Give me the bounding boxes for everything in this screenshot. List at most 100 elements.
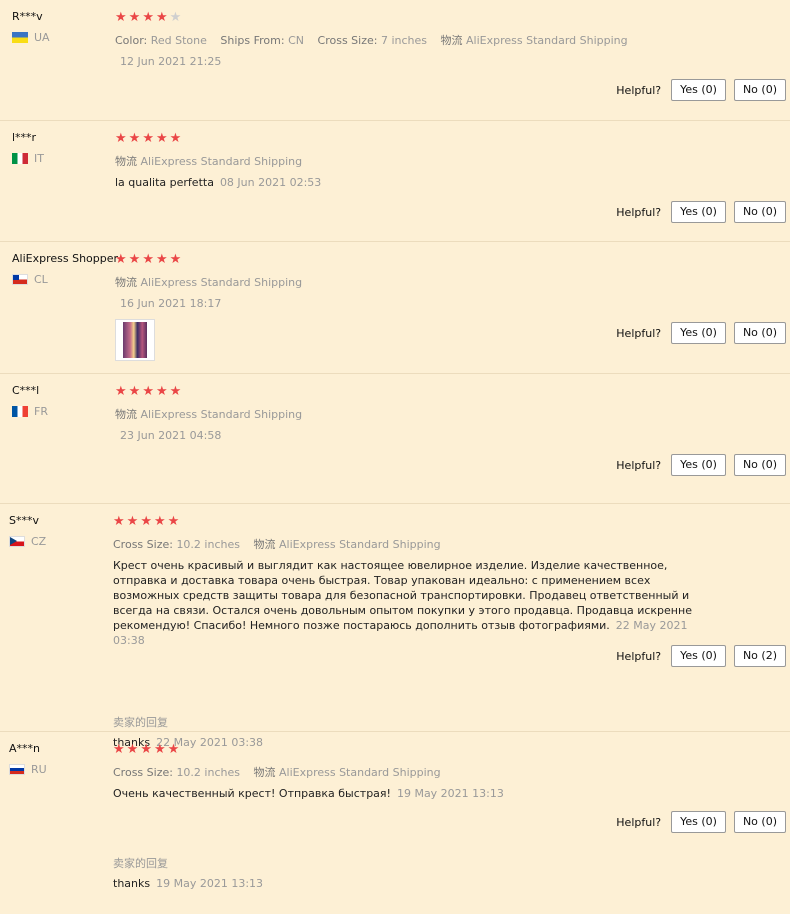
review-text: la qualita perfetta 08 Jun 2021 02:53 — [115, 175, 695, 190]
star-icon: ★ — [155, 9, 168, 25]
review-attributes: 物流 AliExpress Standard Shipping — [115, 274, 780, 290]
star-rating: ★ ★ ★ ★ ★ — [115, 252, 780, 266]
helpful-yes-button[interactable]: Yes (0) — [671, 322, 726, 344]
helpful-no-button[interactable]: No (0) — [733, 79, 786, 101]
star-icon: ★ — [142, 251, 154, 267]
user-name: C***l — [12, 384, 40, 397]
helpful-no-button[interactable]: No (0) — [733, 322, 786, 344]
helpful-label: Helpful? — [616, 326, 662, 340]
star-icon: ★ — [126, 741, 139, 757]
attr-value: AliExpress Standard Shipping — [278, 766, 441, 779]
review-text-body: Очень качественный крест! Отправка быстр… — [113, 787, 391, 800]
user-name: R***v — [12, 10, 43, 23]
star-icon: ★ — [113, 741, 125, 757]
country-code: RU — [31, 763, 47, 776]
country-code: CL — [34, 273, 48, 286]
country-code: FR — [34, 405, 48, 418]
star-icon: ★ — [155, 383, 168, 399]
star-icon: ★ — [115, 383, 127, 399]
review-attributes: 物流 AliExpress Standard Shipping — [115, 153, 780, 169]
review-date: 19 May 2021 13:13 — [396, 787, 504, 800]
star-rating: ★ ★ ★ ★ ★ — [115, 384, 780, 398]
star-rating: ★ ★ ★ ★ ★ — [115, 131, 780, 145]
attr-value: AliExpress Standard Shipping — [140, 408, 303, 421]
review-date: 23 Jun 2021 04:58 — [120, 429, 222, 442]
review-date: 16 Jun 2021 18:17 — [120, 297, 222, 310]
star-icon: ★ — [128, 9, 141, 25]
review-attributes: Cross Size: 10.2 inches 物流 AliExpress St… — [113, 536, 780, 552]
helpful-yes-button[interactable]: Yes (0) — [671, 811, 726, 833]
attr-value: 10.2 inches — [176, 538, 240, 551]
review-text-body: Крест очень красивый и выглядит как наст… — [113, 559, 692, 632]
attr-key: Color: — [115, 34, 148, 47]
cz-flag-icon — [9, 536, 25, 547]
helpful-label: Helpful? — [616, 83, 662, 97]
attr-value: Red Stone — [150, 34, 207, 47]
star-icon: ★ — [142, 130, 154, 146]
attr-key: 物流 — [115, 408, 137, 421]
helpful-controls: Helpful? Yes (0) No (0) — [616, 454, 786, 476]
seller-reply-text: thanks — [113, 877, 151, 890]
review-item: AliExpress Shopper CL ★ ★ ★ ★ ★ 物流 AliExpres… — [0, 242, 790, 374]
user-country: FR — [12, 405, 112, 418]
star-icon: ★ — [128, 251, 141, 267]
review-item: C***l FR ★ ★ ★ ★ ★ 物流 AliExpress Standard Sh… — [0, 374, 790, 504]
attr-value: AliExpress Standard Shipping — [466, 34, 628, 47]
photo-image — [123, 322, 147, 358]
helpful-label: Helpful? — [616, 815, 662, 829]
star-icon: ★ — [142, 383, 154, 399]
star-icon: ★ — [142, 9, 154, 25]
helpful-yes-button[interactable]: Yes (0) — [671, 201, 726, 223]
helpful-no-button[interactable]: No (2) — [733, 645, 786, 667]
helpful-no-button[interactable]: No (0) — [733, 454, 786, 476]
review-item: l***r IT ★ ★ ★ ★ ★ 物流 AliExpress Standard Sh… — [0, 121, 790, 242]
helpful-controls: Helpful? Yes (0) No (0) — [616, 201, 786, 223]
seller-reply-title: 卖家的回复 — [113, 716, 168, 729]
helpful-no-button[interactable]: No (0) — [733, 811, 786, 833]
helpful-controls: Helpful? Yes (0) No (0) — [616, 79, 786, 101]
user-country: RU — [9, 763, 109, 776]
helpful-yes-button[interactable]: Yes (0) — [671, 79, 726, 101]
helpful-label: Helpful? — [616, 458, 662, 472]
helpful-label: Helpful? — [616, 205, 662, 219]
star-icon: ★ — [140, 741, 152, 757]
helpful-no-button[interactable]: No (0) — [733, 201, 786, 223]
attr-value: 7 inches — [380, 34, 427, 47]
country-code: CZ — [31, 535, 47, 548]
star-icon: ★ — [113, 513, 125, 529]
ua-flag-icon — [12, 32, 28, 43]
ru-flag-icon — [9, 764, 25, 775]
user-name: S***v — [9, 514, 39, 527]
fr-flag-icon — [12, 406, 28, 417]
review-user: R***v UA — [12, 10, 112, 44]
user-name: l***r — [12, 131, 37, 144]
seller-reply-title: 卖家的回复 — [113, 857, 168, 870]
review-attributes: Cross Size: 10.2 inches 物流 AliExpress St… — [113, 764, 780, 780]
seller-reply: thanks 19 May 2021 13:13 — [113, 877, 780, 890]
star-icon: ★ — [169, 130, 182, 146]
review-date: 08 Jun 2021 02:53 — [219, 176, 322, 189]
star-icon: ★ — [169, 383, 182, 399]
star-rating: ★ ★ ★ ★ ★ — [113, 742, 780, 756]
review-item: A***n RU ★ ★ ★ ★ ★ Cross Size: 10.2 inches 物… — [0, 732, 790, 914]
star-rating: ★ ★ ★ ★ ★ — [115, 10, 780, 24]
helpful-label: Helpful? — [616, 649, 662, 663]
attr-key: Cross Size: — [317, 34, 378, 47]
cl-flag-icon — [12, 274, 28, 285]
star-icon: ★ — [115, 130, 127, 146]
user-country: CL — [12, 273, 112, 286]
review-item: R***v UA ★ ★ ★ ★ ★ Color: Red Stone Ships Fr… — [0, 0, 790, 121]
star-empty-icon: ★ — [169, 9, 182, 25]
helpful-controls: Helpful? Yes (0) No (0) — [616, 322, 786, 344]
review-item: S***v CZ ★ ★ ★ ★ ★ Cross Size: 10.2 inches 物… — [0, 504, 790, 749]
user-country: UA — [12, 31, 112, 44]
attr-value: AliExpress Standard Shipping — [140, 276, 303, 289]
user-name: AliExpress Shopper — [12, 252, 119, 265]
helpful-yes-button[interactable]: Yes (0) — [671, 645, 726, 667]
helpful-yes-button[interactable]: Yes (0) — [671, 454, 726, 476]
attr-value: AliExpress Standard Shipping — [278, 538, 441, 551]
review-text: Очень качественный крест! Отправка быстр… — [113, 786, 693, 801]
attr-key: 物流 — [115, 155, 137, 168]
review-user: C***l FR — [12, 384, 112, 418]
review-photo-thumbnail[interactable] — [115, 319, 155, 361]
